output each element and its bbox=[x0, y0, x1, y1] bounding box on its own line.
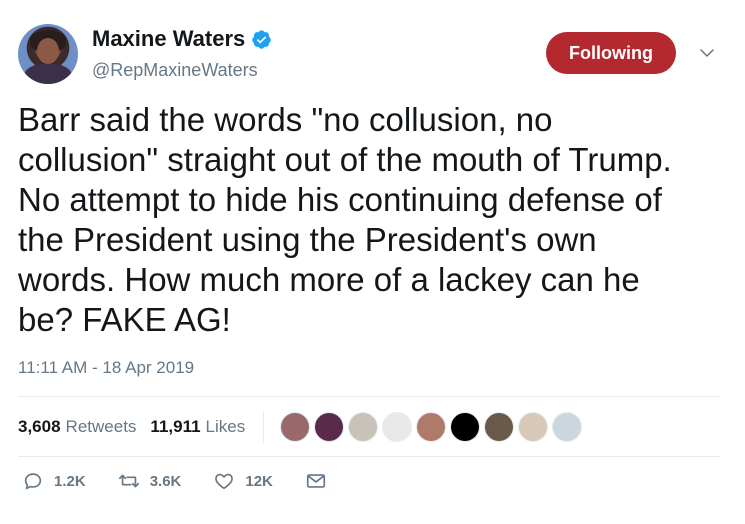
retweet-action[interactable]: 3.6K bbox=[118, 470, 182, 492]
author-avatar[interactable] bbox=[18, 24, 78, 84]
tweet-timestamp[interactable]: 11:11 AM - 18 Apr 2019 bbox=[18, 358, 194, 378]
liker-avatars bbox=[280, 412, 583, 442]
reply-icon[interactable] bbox=[22, 470, 44, 492]
dm-action[interactable] bbox=[305, 470, 327, 492]
verified-badge-icon bbox=[252, 29, 271, 49]
tweet-text: Barr said the words "no collusion, no co… bbox=[18, 101, 672, 338]
liker-avatar[interactable] bbox=[552, 412, 583, 442]
liker-avatar[interactable] bbox=[348, 412, 379, 442]
engagement-stats: 3,608 Retweets 11,911 Likes bbox=[18, 405, 583, 449]
liker-avatar[interactable] bbox=[280, 412, 311, 442]
liker-avatar[interactable] bbox=[484, 412, 515, 442]
like-count: 12K bbox=[245, 472, 273, 490]
envelope-icon[interactable] bbox=[305, 470, 327, 492]
divider bbox=[18, 456, 720, 457]
retweet-icon[interactable] bbox=[118, 470, 140, 492]
retweet-count: 3.6K bbox=[149, 472, 182, 490]
like-action[interactable]: 12K bbox=[213, 470, 273, 492]
author-info: Maxine Waters @RepMaxineWaters bbox=[92, 26, 272, 81]
author-display-name[interactable]: Maxine Waters bbox=[92, 26, 245, 52]
retweets-label[interactable]: Retweets bbox=[66, 417, 137, 437]
reply-count: 1.2K bbox=[54, 472, 86, 490]
liker-avatar[interactable] bbox=[416, 412, 447, 442]
divider bbox=[18, 396, 720, 397]
author-name-row: Maxine Waters bbox=[92, 26, 272, 52]
likes-label[interactable]: Likes bbox=[206, 417, 246, 437]
likes-count[interactable]: 11,911 bbox=[150, 417, 200, 437]
avatar-face bbox=[37, 38, 59, 64]
tweet-actions: 1.2K 3.6K 12K bbox=[22, 470, 359, 492]
tweet-header: Maxine Waters @RepMaxineWaters Following bbox=[18, 22, 728, 86]
liker-avatar[interactable] bbox=[518, 412, 549, 442]
author-handle[interactable]: @RepMaxineWaters bbox=[92, 60, 272, 81]
retweets-count[interactable]: 3,608 bbox=[18, 417, 61, 437]
liker-avatar[interactable] bbox=[450, 412, 481, 442]
heart-icon[interactable] bbox=[213, 470, 235, 492]
reply-action[interactable]: 1.2K bbox=[22, 470, 86, 492]
chevron-down-icon[interactable] bbox=[698, 44, 716, 62]
liker-avatar[interactable] bbox=[314, 412, 345, 442]
liker-avatar[interactable] bbox=[382, 412, 413, 442]
avatar-coat bbox=[24, 64, 72, 84]
stats-separator bbox=[263, 411, 265, 443]
following-button[interactable]: Following bbox=[546, 32, 676, 74]
